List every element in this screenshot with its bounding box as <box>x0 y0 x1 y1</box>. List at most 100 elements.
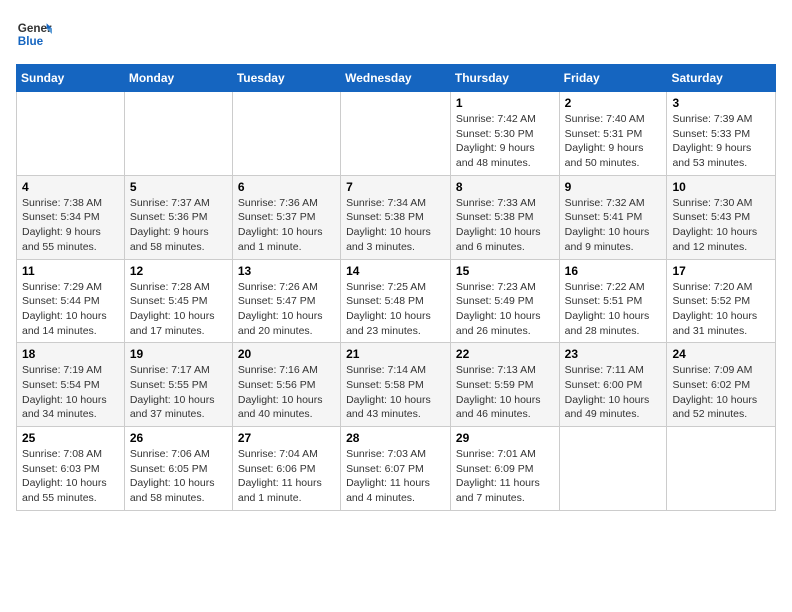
calendar-cell: 16 Sunrise: 7:22 AMSunset: 5:51 PMDayligh… <box>559 259 667 343</box>
calendar-cell: 12 Sunrise: 7:28 AMSunset: 5:45 PMDayligh… <box>124 259 232 343</box>
svg-text:Blue: Blue <box>18 35 44 48</box>
day-number: 9 <box>565 180 662 194</box>
calendar-week-row: 18Sunrise: 7:19 AMSunset: 5:54 PMDayligh… <box>17 343 776 427</box>
day-number: 2 <box>565 96 662 110</box>
calendar-cell: 23 Sunrise: 7:11 AMSunset: 6:00 PMDayligh… <box>559 343 667 427</box>
calendar-cell: 29 Sunrise: 7:01 AMSunset: 6:09 PMDayligh… <box>450 427 559 511</box>
calendar-cell: 7 Sunrise: 7:34 AMSunset: 5:38 PMDaylight… <box>341 175 451 259</box>
day-number: 16 <box>565 264 662 278</box>
day-info: Sunrise: 7:32 AMSunset: 5:41 PMDaylight:… <box>565 196 662 255</box>
day-number: 10 <box>672 180 770 194</box>
day-info: Sunrise: 7:34 AMSunset: 5:38 PMDaylight:… <box>346 196 445 255</box>
day-number: 3 <box>672 96 770 110</box>
calendar-cell: 2 Sunrise: 7:40 AMSunset: 5:31 PMDaylight… <box>559 92 667 176</box>
day-number: 17 <box>672 264 770 278</box>
calendar-cell: 26Sunrise: 7:06 AMSunset: 6:05 PMDayligh… <box>124 427 232 511</box>
calendar-week-row: 11 Sunrise: 7:29 AMSunset: 5:44 PMDayligh… <box>17 259 776 343</box>
day-number: 15 <box>456 264 554 278</box>
calendar-cell: 15 Sunrise: 7:23 AMSunset: 5:49 PMDayligh… <box>450 259 559 343</box>
calendar-cell: 8 Sunrise: 7:33 AMSunset: 5:38 PMDaylight… <box>450 175 559 259</box>
day-number: 20 <box>238 347 335 361</box>
day-number: 7 <box>346 180 445 194</box>
day-number: 5 <box>130 180 227 194</box>
day-number: 12 <box>130 264 227 278</box>
day-info: Sunrise: 7:25 AMSunset: 5:48 PMDaylight:… <box>346 280 445 339</box>
day-number: 29 <box>456 431 554 445</box>
calendar-cell: 19 Sunrise: 7:17 AMSunset: 5:55 PMDayligh… <box>124 343 232 427</box>
day-info: Sunrise: 7:29 AMSunset: 5:44 PMDaylight:… <box>22 280 119 339</box>
day-info: Sunrise: 7:30 AMSunset: 5:43 PMDaylight:… <box>672 196 770 255</box>
calendar-cell: 13 Sunrise: 7:26 AMSunset: 5:47 PMDayligh… <box>232 259 340 343</box>
calendar-cell <box>17 92 125 176</box>
day-info: Sunrise: 7:04 AMSunset: 6:06 PMDaylight:… <box>238 447 335 506</box>
day-info: Sunrise: 7:23 AMSunset: 5:49 PMDaylight:… <box>456 280 554 339</box>
calendar-cell: 27 Sunrise: 7:04 AMSunset: 6:06 PMDayligh… <box>232 427 340 511</box>
weekday-header: Saturday <box>667 65 776 92</box>
calendar-cell: 6 Sunrise: 7:36 AMSunset: 5:37 PMDaylight… <box>232 175 340 259</box>
day-number: 19 <box>130 347 227 361</box>
page-header: General Blue <box>16 16 776 52</box>
day-info: Sunrise: 7:26 AMSunset: 5:47 PMDaylight:… <box>238 280 335 339</box>
day-number: 24 <box>672 347 770 361</box>
day-info: Sunrise: 7:39 AMSunset: 5:33 PMDaylight:… <box>672 112 770 171</box>
calendar-cell: 28Sunrise: 7:03 AMSunset: 6:07 PMDayligh… <box>341 427 451 511</box>
calendar-cell <box>559 427 667 511</box>
day-number: 23 <box>565 347 662 361</box>
day-info: Sunrise: 7:36 AMSunset: 5:37 PMDaylight:… <box>238 196 335 255</box>
day-info: Sunrise: 7:08 AMSunset: 6:03 PMDaylight:… <box>22 447 119 506</box>
calendar-cell: 17 Sunrise: 7:20 AMSunset: 5:52 PMDayligh… <box>667 259 776 343</box>
day-number: 6 <box>238 180 335 194</box>
calendar-cell: 14Sunrise: 7:25 AMSunset: 5:48 PMDayligh… <box>341 259 451 343</box>
weekday-header: Monday <box>124 65 232 92</box>
day-info: Sunrise: 7:13 AMSunset: 5:59 PMDaylight:… <box>456 363 554 422</box>
calendar-cell <box>667 427 776 511</box>
calendar-cell: 24 Sunrise: 7:09 AMSunset: 6:02 PMDayligh… <box>667 343 776 427</box>
calendar-cell: 11 Sunrise: 7:29 AMSunset: 5:44 PMDayligh… <box>17 259 125 343</box>
day-number: 18 <box>22 347 119 361</box>
day-info: Sunrise: 7:17 AMSunset: 5:55 PMDaylight:… <box>130 363 227 422</box>
calendar-cell: 5 Sunrise: 7:37 AMSunset: 5:36 PMDaylight… <box>124 175 232 259</box>
calendar-cell: 4 Sunrise: 7:38 AMSunset: 5:34 PMDaylight… <box>17 175 125 259</box>
day-info: Sunrise: 7:22 AMSunset: 5:51 PMDaylight:… <box>565 280 662 339</box>
calendar-table: SundayMondayTuesdayWednesdayThursdayFrid… <box>16 64 776 511</box>
weekday-header: Tuesday <box>232 65 340 92</box>
day-info: Sunrise: 7:33 AMSunset: 5:38 PMDaylight:… <box>456 196 554 255</box>
logo: General Blue <box>16 16 52 52</box>
day-info: Sunrise: 7:37 AMSunset: 5:36 PMDaylight:… <box>130 196 227 255</box>
logo-icon: General Blue <box>16 16 52 52</box>
calendar-cell <box>232 92 340 176</box>
day-info: Sunrise: 7:06 AMSunset: 6:05 PMDaylight:… <box>130 447 227 506</box>
calendar-cell: 25 Sunrise: 7:08 AMSunset: 6:03 PMDayligh… <box>17 427 125 511</box>
day-number: 27 <box>238 431 335 445</box>
day-number: 11 <box>22 264 119 278</box>
calendar-cell: 9 Sunrise: 7:32 AMSunset: 5:41 PMDaylight… <box>559 175 667 259</box>
day-number: 8 <box>456 180 554 194</box>
calendar-week-row: 1Sunrise: 7:42 AMSunset: 5:30 PMDaylight… <box>17 92 776 176</box>
day-info: Sunrise: 7:20 AMSunset: 5:52 PMDaylight:… <box>672 280 770 339</box>
calendar-cell: 20Sunrise: 7:16 AMSunset: 5:56 PMDayligh… <box>232 343 340 427</box>
day-number: 4 <box>22 180 119 194</box>
weekday-header: Sunday <box>17 65 125 92</box>
day-info: Sunrise: 7:40 AMSunset: 5:31 PMDaylight:… <box>565 112 662 171</box>
day-number: 22 <box>456 347 554 361</box>
calendar-cell: 10 Sunrise: 7:30 AMSunset: 5:43 PMDayligh… <box>667 175 776 259</box>
day-info: Sunrise: 7:09 AMSunset: 6:02 PMDaylight:… <box>672 363 770 422</box>
day-info: Sunrise: 7:28 AMSunset: 5:45 PMDaylight:… <box>130 280 227 339</box>
day-info: Sunrise: 7:11 AMSunset: 6:00 PMDaylight:… <box>565 363 662 422</box>
day-number: 13 <box>238 264 335 278</box>
weekday-header-row: SundayMondayTuesdayWednesdayThursdayFrid… <box>17 65 776 92</box>
day-number: 21 <box>346 347 445 361</box>
calendar-cell: 18Sunrise: 7:19 AMSunset: 5:54 PMDayligh… <box>17 343 125 427</box>
day-info: Sunrise: 7:42 AMSunset: 5:30 PMDaylight:… <box>456 112 554 171</box>
calendar-cell: 3 Sunrise: 7:39 AMSunset: 5:33 PMDaylight… <box>667 92 776 176</box>
day-info: Sunrise: 7:38 AMSunset: 5:34 PMDaylight:… <box>22 196 119 255</box>
calendar-cell: 22 Sunrise: 7:13 AMSunset: 5:59 PMDayligh… <box>450 343 559 427</box>
day-info: Sunrise: 7:03 AMSunset: 6:07 PMDaylight:… <box>346 447 445 506</box>
weekday-header: Friday <box>559 65 667 92</box>
day-number: 25 <box>22 431 119 445</box>
calendar-cell: 1Sunrise: 7:42 AMSunset: 5:30 PMDaylight… <box>450 92 559 176</box>
calendar-week-row: 4 Sunrise: 7:38 AMSunset: 5:34 PMDaylight… <box>17 175 776 259</box>
calendar-cell <box>124 92 232 176</box>
day-info: Sunrise: 7:01 AMSunset: 6:09 PMDaylight:… <box>456 447 554 506</box>
calendar-cell: 21Sunrise: 7:14 AMSunset: 5:58 PMDayligh… <box>341 343 451 427</box>
